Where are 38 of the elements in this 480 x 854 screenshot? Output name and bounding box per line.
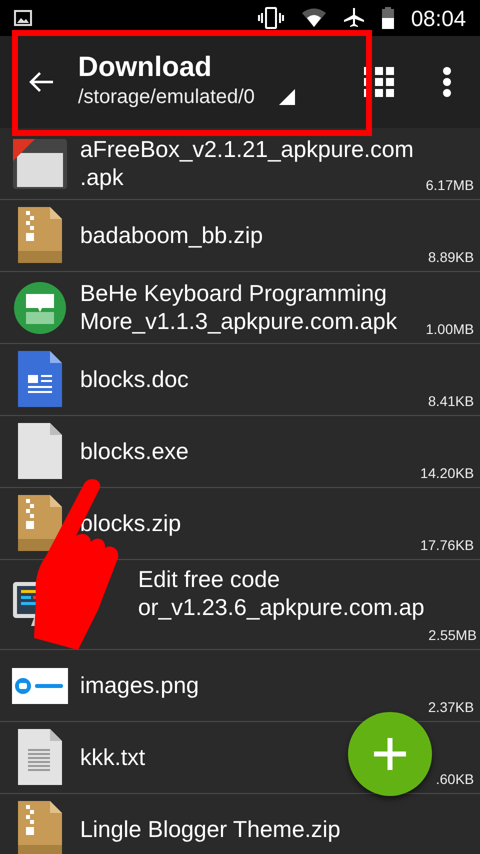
file-name[interactable]: blocks.doc xyxy=(80,360,189,400)
vibrate-icon xyxy=(256,7,285,29)
folder-title: Download xyxy=(78,52,213,82)
file-name[interactable]: kkk.txt xyxy=(80,738,146,778)
file-name[interactable]: BeHe Keyboard Programming More_v1.1.3_apkpure.com.apk xyxy=(80,274,398,342)
file-name[interactable]: badaboom_bb.zip xyxy=(80,216,263,256)
battery-icon xyxy=(380,7,395,29)
zip-file-icon xyxy=(16,800,64,854)
gallery-icon xyxy=(14,10,32,26)
zip-file-icon xyxy=(16,206,64,264)
file-size: 1.00MB xyxy=(424,320,475,339)
file-size: 14.20KB xyxy=(419,464,475,483)
file-size: 2.37KB xyxy=(427,698,475,718)
grid-view-icon[interactable] xyxy=(364,67,394,97)
dropdown-triangle-icon[interactable] xyxy=(278,89,295,106)
wifi-icon xyxy=(300,8,327,28)
back-arrow-icon[interactable] xyxy=(28,71,54,93)
text-file-icon xyxy=(16,728,64,787)
folder-path[interactable]: /storage/emulated/0 xyxy=(78,82,255,112)
airplane-icon xyxy=(342,7,365,29)
file-name[interactable]: blocks.exe xyxy=(80,432,189,472)
keyboard-app-icon xyxy=(14,282,66,334)
file-name[interactable]: images.png xyxy=(80,666,199,706)
more-options-icon[interactable] xyxy=(442,67,452,97)
file-name[interactable]: Lingle Blogger Theme.zip xyxy=(80,810,340,850)
file-icon xyxy=(16,422,64,480)
clock-time: 08:04 xyxy=(410,4,466,32)
plus-icon xyxy=(372,736,408,772)
file-size: 17.76KB xyxy=(419,536,475,555)
zip-file-icon xyxy=(16,494,64,552)
file-name[interactable]: Edit free code or_v1.23.6_apkpure.com.ap xyxy=(138,560,424,628)
file-size: 2.55MB xyxy=(427,626,478,646)
file-size: 8.41KB xyxy=(427,392,475,411)
doc-file-icon xyxy=(16,350,64,408)
file-size: 6.17MB xyxy=(424,176,475,195)
file-size: .60KB xyxy=(434,770,475,790)
file-size: 8.89KB xyxy=(427,248,475,267)
file-name[interactable]: aFreeBox_v2.1.21_apkpure.com .apk xyxy=(80,130,414,198)
